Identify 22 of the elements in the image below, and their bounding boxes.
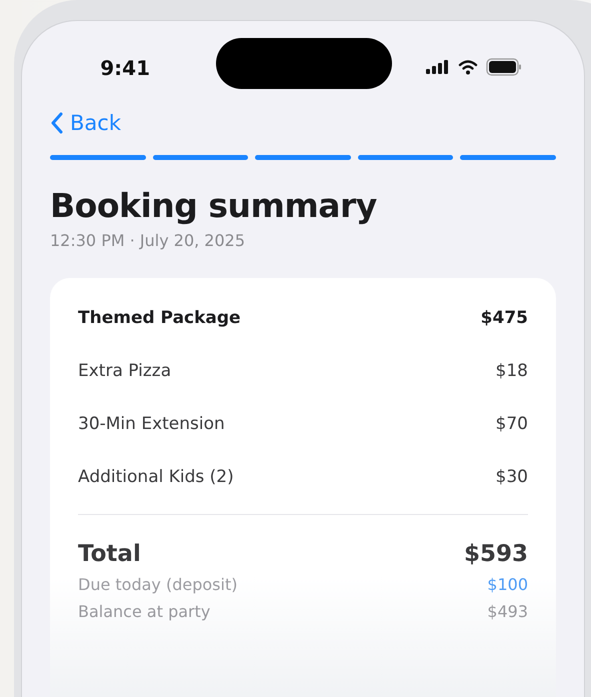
booking-datetime: 12:30 PM · July 20, 2025 [50, 231, 246, 250]
summary-label: Due today (deposit) [78, 575, 238, 594]
summary-label: Balance at party [78, 602, 210, 621]
chevron-left-icon [50, 112, 64, 134]
item-label: Themed Package [78, 308, 241, 328]
summary-amount: $593 [464, 541, 528, 567]
battery-icon [486, 58, 522, 76]
wifi-icon [458, 59, 478, 75]
item-label: 30-Min Extension [78, 414, 225, 434]
item-price: $18 [496, 361, 528, 381]
signal-icon [426, 60, 450, 74]
page-title: Booking summary [50, 186, 378, 225]
summary-label: Total [78, 541, 141, 567]
summary-amount: $100 [487, 575, 528, 594]
item-price: $70 [496, 414, 528, 434]
item-label: Additional Kids (2) [78, 467, 234, 487]
summary-amount: $493 [487, 602, 528, 621]
item-label: Extra Pizza [78, 361, 172, 381]
item-price: $475 [480, 308, 528, 328]
back-button[interactable]: Back [50, 111, 121, 135]
status-time: 9:41 [99, 56, 150, 80]
item-price: $30 [496, 467, 528, 487]
